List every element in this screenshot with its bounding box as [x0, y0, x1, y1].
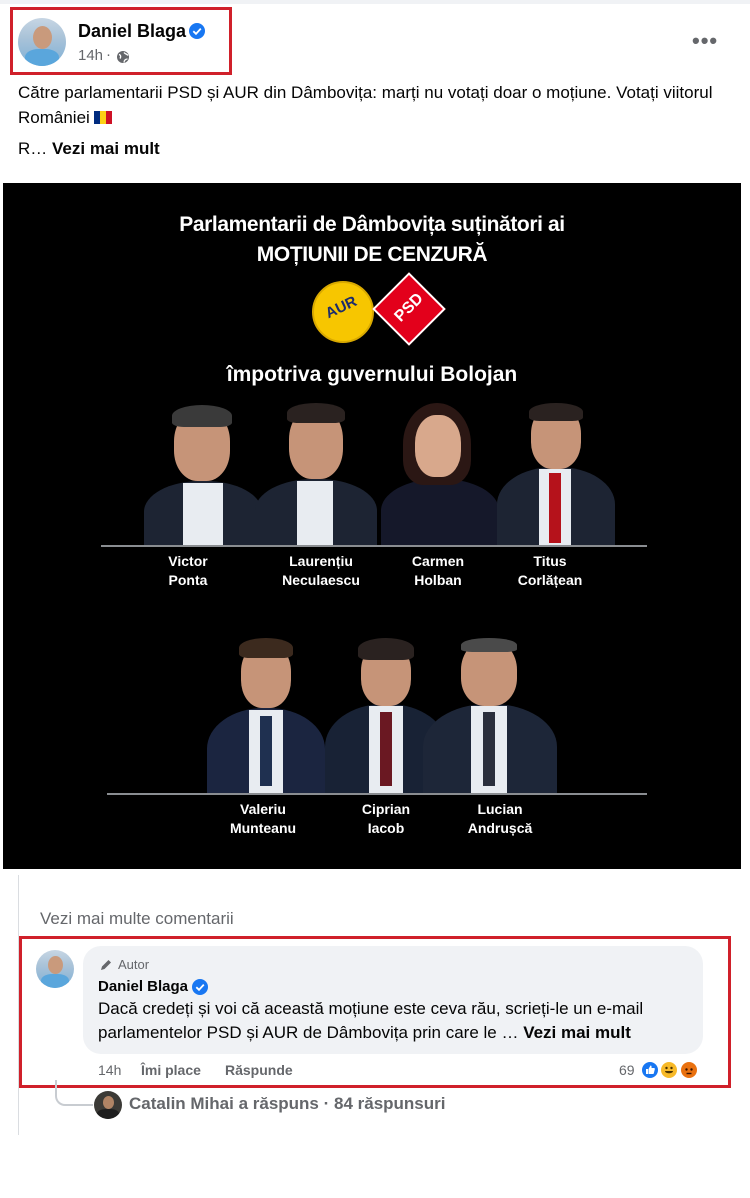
first-name: Ciprian [361, 801, 411, 817]
name-ciprian-iacob: Ciprian Iacob [321, 800, 451, 838]
reply-thread-line [55, 1080, 93, 1106]
author-highlight-box [10, 7, 232, 75]
name-lucian-andrusca: Lucian Andrușcă [435, 800, 565, 838]
name-carmen-holban: Carmen Holban [373, 552, 503, 590]
first-name: Carmen [411, 553, 465, 569]
post-text-line: Către parlamentarii PSD și AUR din Dâmbo… [18, 83, 713, 127]
poster-title-line2: MOȚIUNII DE CENZURĂ [256, 243, 488, 266]
last-name: Holban [414, 572, 462, 588]
poster-subtitle: împotriva guvernului Bolojan [226, 363, 518, 386]
name-titus-corlatean: Titus Corlățean [485, 552, 615, 590]
last-name: Andrușcă [467, 820, 533, 836]
party-logos: AUR PSD [309, 272, 449, 355]
poster-title-line1: Parlamentarii de Dâmbovița suținători ai [179, 213, 565, 236]
name-laurentiu-neculaescu: Laurențiu Neculaescu [256, 552, 386, 590]
post-image[interactable]: Parlamentarii de Dâmbovița suținători ai… [3, 183, 741, 869]
last-name: Corlățean [517, 572, 583, 588]
first-name: Victor [168, 553, 208, 569]
first-name: Titus [533, 553, 567, 569]
portrait-titus-corlatean [491, 403, 621, 545]
portrait-lucian-andrusca [423, 638, 559, 793]
first-name: Laurențiu [289, 553, 353, 569]
portrait-valeriu-munteanu [203, 638, 333, 793]
poster-divider-1 [101, 545, 647, 547]
first-name: Valeriu [240, 801, 286, 817]
last-name: Neculaescu [282, 572, 360, 588]
romania-flag-icon [93, 111, 112, 124]
view-more-comments-link[interactable]: Vezi mai multe comentarii [40, 909, 234, 929]
poster-divider-2 [107, 793, 647, 795]
view-replies-link[interactable]: Catalin Mihai a răspuns · 84 răspunsuri [129, 1094, 445, 1114]
post-card: Daniel Blaga 14h · ••• Către parlamentar… [0, 0, 750, 875]
post-text-truncated: R… [18, 139, 48, 158]
last-name: Munteanu [229, 820, 297, 836]
portrait-carmen-holban [373, 403, 503, 545]
first-name: Lucian [477, 801, 523, 817]
name-valeriu-munteanu: Valeriu Munteanu [198, 800, 328, 838]
replier-avatar[interactable] [94, 1091, 122, 1119]
more-options-button[interactable]: ••• [692, 28, 718, 54]
name-victor-ponta: Victor Ponta [123, 552, 253, 590]
portrait-victor-ponta [138, 403, 268, 545]
last-name: Iacob [367, 820, 405, 836]
post-see-more-line: R… Vezi mai mult [18, 139, 160, 159]
feed-divider [0, 0, 750, 4]
last-name: Ponta [168, 572, 208, 588]
portrait-laurentiu-neculaescu [251, 403, 381, 545]
post-text: Către parlamentarii PSD și AUR din Dâmbo… [18, 80, 738, 130]
comment-highlight-box [19, 936, 731, 1088]
see-more-link[interactable]: Vezi mai mult [52, 139, 160, 158]
